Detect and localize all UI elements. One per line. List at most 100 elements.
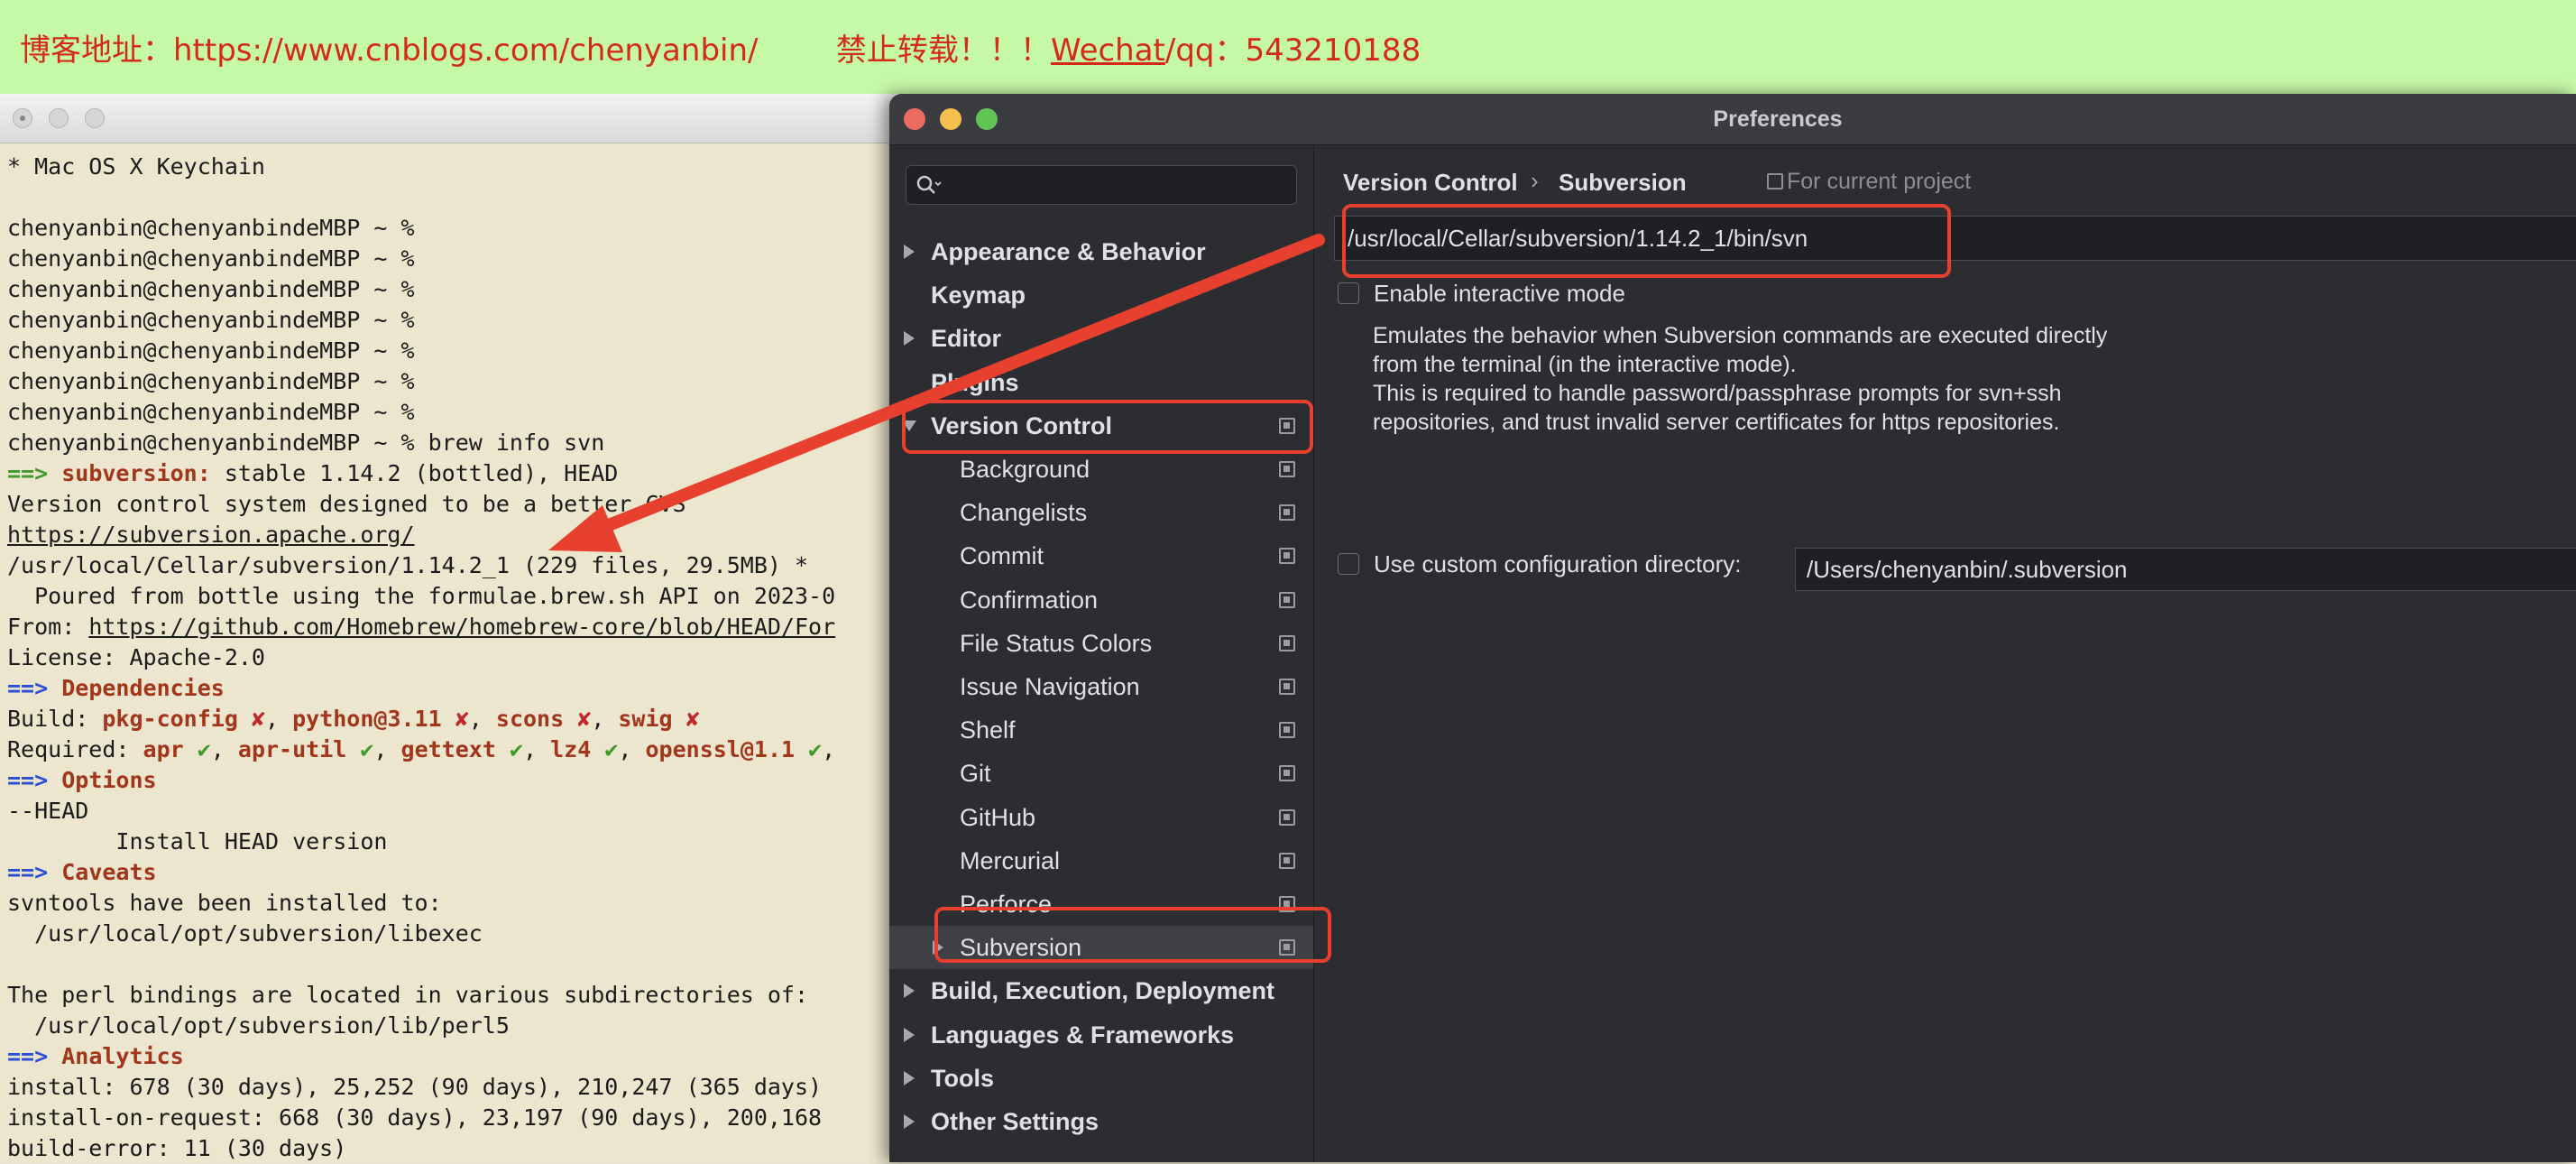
terminal-text: swig xyxy=(618,706,673,732)
terminal-line: chenyanbin@chenyanbindeMBP ~ % xyxy=(7,336,900,366)
sidebar-item-label: Mercurial xyxy=(960,846,1061,874)
terminal-line: chenyanbin@chenyanbindeMBP ~ % xyxy=(7,366,900,397)
sidebar-item-tools[interactable]: Tools xyxy=(889,1057,1313,1100)
sidebar-item-plugins[interactable]: Plugins xyxy=(889,361,1313,404)
terminal-line: Poured from bottle using the formulae.br… xyxy=(7,581,900,612)
terminal-window[interactable]: * Mac OS X Keychain chenyanbin@chenyanbin… xyxy=(0,94,902,1162)
sidebar-item-confirmation[interactable]: Confirmation xyxy=(889,578,1313,622)
settings-search-input[interactable] xyxy=(906,165,1297,205)
sidebar-item-mercurial[interactable]: Mercurial xyxy=(889,839,1313,882)
chevron-right-icon[interactable] xyxy=(933,940,943,956)
terminal-zoom-button[interactable] xyxy=(85,108,105,128)
terminal-close-button[interactable] xyxy=(13,108,32,128)
description-line: repositories, and trust invalid server c… xyxy=(1373,410,2060,435)
preferences-window[interactable]: Preferences Appearance & Behavior Keymap E… xyxy=(889,94,2576,1162)
terminal-text: ✘ xyxy=(672,706,700,732)
sidebar-item-languages-frameworks[interactable]: Languages & Frameworks xyxy=(889,1013,1313,1057)
chevron-right-icon[interactable] xyxy=(904,1027,915,1042)
sidebar-item-label: Other Settings xyxy=(931,1108,1099,1135)
sidebar-item-changelists[interactable]: Changelists xyxy=(889,491,1313,534)
terminal-text: , xyxy=(523,736,551,762)
description-line: Emulates the behavior when Subversion co… xyxy=(1373,323,2108,348)
sidebar-item-background[interactable]: Background xyxy=(889,448,1313,491)
terminal-text: ✔ xyxy=(346,736,374,762)
sidebar-item-label: Build, Execution, Deployment xyxy=(931,977,1275,1005)
terminal-text: ==> xyxy=(7,460,62,486)
sidebar-item-git[interactable]: Git xyxy=(889,752,1313,795)
terminal-text: --HEAD xyxy=(7,798,89,824)
terminal-text: The perl bindings are located in various… xyxy=(7,982,809,1008)
terminal-minimize-button[interactable] xyxy=(49,108,69,128)
chevron-down-icon[interactable] xyxy=(902,420,916,431)
preferences-titlebar[interactable]: Preferences xyxy=(889,94,2576,145)
sidebar-item-other-settings[interactable]: Other Settings xyxy=(889,1100,1313,1143)
settings-sidebar: Appearance & Behavior Keymap Editor Plugins… xyxy=(889,145,1314,1162)
sidebar-item-label: Languages & Frameworks xyxy=(931,1021,1235,1049)
terminal-text: , xyxy=(264,706,293,732)
project-scope-icon xyxy=(1279,852,1295,869)
svn-executable-path-field[interactable]: /usr/local/Cellar/subversion/1.14.2_1/bi… xyxy=(1334,216,2576,261)
chevron-right-icon[interactable] xyxy=(904,984,915,999)
sidebar-item-file-status-colors[interactable]: File Status Colors xyxy=(889,622,1313,665)
chevron-right-icon[interactable] xyxy=(904,1070,915,1085)
terminal-titlebar[interactable] xyxy=(0,94,902,143)
project-scope-icon xyxy=(1279,939,1295,956)
custom-config-path-field[interactable]: /Users/chenyanbin/.subversion xyxy=(1795,548,2576,591)
chevron-right-icon[interactable] xyxy=(904,245,915,259)
chevron-right-icon[interactable] xyxy=(904,1114,915,1129)
sidebar-item-github[interactable]: GitHub xyxy=(889,796,1313,839)
terminal-line: /usr/local/opt/subversion/lib/perl5 xyxy=(7,1011,900,1041)
search-icon xyxy=(916,175,942,194)
terminal-output[interactable]: * Mac OS X Keychain chenyanbin@chenyanbin… xyxy=(7,152,900,1164)
custom-config-checkbox[interactable] xyxy=(1338,553,1359,575)
sidebar-item-build-execution-deployment[interactable]: Build, Execution, Deployment xyxy=(889,969,1313,1012)
terminal-text: scons xyxy=(495,706,565,732)
breadcrumb-current: Subversion xyxy=(1559,169,1687,196)
sidebar-item-commit[interactable]: Commit xyxy=(889,534,1313,577)
project-scope-icon xyxy=(1279,896,1295,912)
project-scope-icon xyxy=(1767,173,1783,189)
terminal-text: subversion: xyxy=(61,460,211,486)
breadcrumb-parent[interactable]: Version Control xyxy=(1343,169,1518,197)
terminal-line: The perl bindings are located in various… xyxy=(7,980,900,1011)
terminal-text: ✘ xyxy=(441,706,469,732)
interactive-mode-checkbox[interactable] xyxy=(1338,282,1359,304)
terminal-text: ✔ xyxy=(795,736,823,762)
terminal-line: Build: pkg-config ✘, python@3.11 ✘, scon… xyxy=(7,704,900,734)
window-title: Preferences xyxy=(1713,106,1843,132)
scope-label: For current project xyxy=(1787,169,1972,194)
sidebar-item-subversion[interactable]: Subversion xyxy=(889,926,1313,970)
project-scope-icon xyxy=(1279,591,1295,608)
terminal-text[interactable]: https://subversion.apache.org/ xyxy=(7,522,415,548)
terminal-text: Caveats xyxy=(61,859,157,885)
sidebar-item-label: Version Control xyxy=(931,411,1113,439)
terminal-text: openssl@1.1 xyxy=(645,736,796,762)
sidebar-item-label: Tools xyxy=(931,1064,994,1092)
terminal-text[interactable]: https://github.com/Homebrew/homebrew-cor… xyxy=(88,614,835,640)
terminal-line: install-on-request: 668 (30 days), 23,19… xyxy=(7,1103,900,1133)
terminal-text: ==> xyxy=(7,859,62,885)
terminal-text: , xyxy=(822,736,836,762)
terminal-line: svntools have been installed to: xyxy=(7,888,900,919)
interactive-mode-label[interactable]: Enable interactive mode xyxy=(1374,280,1625,308)
watermark-suffix: /qq：543210188 xyxy=(1164,32,1421,69)
terminal-text: install-on-request: 668 (30 days), 23,19… xyxy=(7,1104,823,1131)
sidebar-item-keymap[interactable]: Keymap xyxy=(889,273,1313,317)
sidebar-item-perforce[interactable]: Perforce xyxy=(889,882,1313,926)
sidebar-item-appearance-behavior[interactable]: Appearance & Behavior xyxy=(889,230,1313,273)
terminal-line: install: 678 (30 days), 25,252 (90 days)… xyxy=(7,1072,900,1103)
sidebar-item-editor[interactable]: Editor xyxy=(889,317,1313,360)
custom-config-label[interactable]: Use custom configuration directory: xyxy=(1374,550,1742,578)
sidebar-item-label: Subversion xyxy=(960,934,1082,962)
sidebar-item-shelf[interactable]: Shelf xyxy=(889,708,1313,752)
chevron-right-icon[interactable] xyxy=(904,331,915,346)
sidebar-item-label: File Status Colors xyxy=(960,629,1153,657)
terminal-line: chenyanbin@chenyanbindeMBP ~ % xyxy=(7,305,900,336)
terminal-text: Version control system designed to be a … xyxy=(7,491,686,517)
sidebar-item-issue-navigation[interactable]: Issue Navigation xyxy=(889,665,1313,708)
terminal-line: * Mac OS X Keychain xyxy=(7,152,900,182)
terminal-text: chenyanbin@chenyanbindeMBP ~ % xyxy=(7,276,415,302)
sidebar-item-version-control[interactable]: Version Control xyxy=(889,404,1313,448)
terminal-text: , xyxy=(618,736,646,762)
